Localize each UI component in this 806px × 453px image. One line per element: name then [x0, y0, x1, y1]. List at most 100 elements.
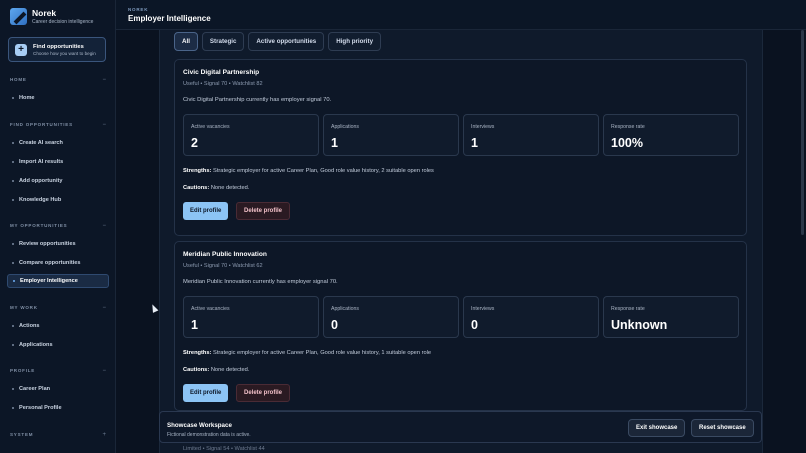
mouse-cursor-icon	[149, 303, 159, 313]
exit-showcase-button[interactable]: Exit showcase	[628, 419, 686, 437]
dot-icon	[12, 388, 14, 390]
sidebar: Norek Career decision intelligence + Fin…	[0, 0, 116, 453]
employer-name: Meridian Public Innovation	[183, 251, 267, 258]
employer-name: Civic Digital Partnership	[183, 69, 260, 76]
cautions-label: Cautions:	[183, 367, 210, 373]
strengths-label: Strengths:	[183, 168, 212, 174]
stat-value: 1	[471, 136, 478, 150]
showcase-subtitle: Fictional demonstration data is active.	[167, 432, 251, 438]
filter-bar: All Strategic Active opportunities High …	[174, 32, 382, 51]
section-home-header[interactable]: HOME −	[10, 77, 106, 83]
collapse-icon[interactable]: −	[102, 77, 106, 83]
brand[interactable]: Norek Career decision intelligence	[10, 8, 93, 25]
sidebar-item-import-ai-results[interactable]: Import AI results	[7, 155, 109, 169]
showcase-title: Showcase Workspace	[167, 422, 232, 429]
sidebar-item-review-opportunities[interactable]: Review opportunities	[7, 237, 109, 251]
stat-label: Applications	[331, 306, 359, 312]
strengths-line: Strengths: Strategic employer for active…	[183, 168, 434, 174]
stat-active-vacancies: Active vacancies 2	[183, 114, 319, 156]
filter-all[interactable]: All	[174, 32, 198, 51]
dot-icon	[12, 262, 14, 264]
stat-label: Interviews	[471, 124, 495, 130]
sidebar-item-label: Compare opportunities	[19, 260, 81, 266]
section-my-work-header[interactable]: MY WORK −	[10, 305, 106, 311]
sidebar-item-career-plan[interactable]: Career Plan	[7, 382, 109, 396]
cautions-line: Cautions: None detected.	[183, 185, 249, 191]
brand-name: Norek	[32, 8, 57, 18]
employer-card: Civic Digital Partnership Useful • Signa…	[174, 59, 747, 236]
filter-active-opportunities[interactable]: Active opportunities	[248, 32, 325, 51]
dot-icon	[12, 199, 14, 201]
sidebar-item-home[interactable]: Home	[7, 91, 109, 105]
find-opportunities-button[interactable]: + Find opportunities Choose how you want…	[8, 37, 106, 62]
stat-value: 0	[331, 318, 338, 332]
sidebar-item-compare-opportunities[interactable]: Compare opportunities	[7, 256, 109, 270]
edit-profile-button[interactable]: Edit profile	[183, 202, 229, 220]
section-find-label: FIND OPPORTUNITIES	[10, 122, 73, 127]
sidebar-item-add-opportunity[interactable]: Add opportunity	[7, 174, 109, 188]
stat-interviews: Interviews 0	[463, 296, 599, 338]
reset-showcase-button[interactable]: Reset showcase	[691, 419, 754, 437]
employer-meta: Useful • Signal 70 • Watchlist 62	[183, 263, 263, 269]
brand-subtitle: Career decision intelligence	[32, 19, 94, 25]
dot-icon	[12, 325, 14, 327]
showcase-banner: Showcase Workspace Fictional demonstrati…	[159, 411, 762, 443]
section-home-label: HOME	[10, 77, 27, 82]
sidebar-item-personal-profile[interactable]: Personal Profile	[7, 401, 109, 415]
collapse-icon[interactable]: −	[102, 305, 106, 311]
stat-label: Active vacancies	[191, 124, 230, 130]
employer-description: Meridian Public Innovation currently has…	[183, 279, 338, 285]
filter-high-priority[interactable]: High priority	[328, 32, 382, 51]
delete-profile-button[interactable]: Delete profile	[236, 384, 291, 402]
collapse-icon[interactable]: −	[102, 122, 106, 128]
stat-response-rate: Response rate 100%	[603, 114, 739, 156]
stat-response-rate: Response rate Unknown	[603, 296, 739, 338]
sidebar-item-actions[interactable]: Actions	[7, 319, 109, 333]
sidebar-item-label: Import AI results	[19, 159, 64, 165]
strengths-text: Strategic employer for active Career Pla…	[213, 168, 434, 174]
delete-profile-button[interactable]: Delete profile	[236, 202, 291, 220]
sidebar-item-label: Employer Intelligence	[20, 278, 78, 284]
stat-label: Interviews	[471, 306, 495, 312]
stats-row: Active vacancies 1 Applications 0 Interv…	[183, 296, 739, 338]
section-my-opportunities-header[interactable]: MY OPPORTUNITIES −	[10, 223, 106, 229]
section-profile-label: PROFILE	[10, 368, 36, 373]
sidebar-item-label: Career Plan	[19, 386, 51, 392]
scrollbar[interactable]	[801, 30, 804, 235]
sidebar-item-knowledge-hub[interactable]: Knowledge Hub	[7, 193, 109, 207]
stat-value: 0	[471, 318, 478, 332]
stat-value: 1	[331, 136, 338, 150]
cautions-text: None detected.	[210, 367, 250, 373]
strengths-label: Strengths:	[183, 350, 212, 356]
stat-value: Unknown	[611, 318, 668, 332]
collapse-icon[interactable]: −	[102, 368, 106, 374]
section-profile-header[interactable]: PROFILE −	[10, 368, 106, 374]
sidebar-item-applications[interactable]: Applications	[7, 338, 109, 352]
dot-icon	[12, 344, 14, 346]
sidebar-item-create-ai-search[interactable]: Create AI search	[7, 136, 109, 150]
sidebar-item-label: Add opportunity	[19, 178, 63, 184]
stat-label: Active vacancies	[191, 306, 230, 312]
sidebar-item-label: Personal Profile	[19, 405, 62, 411]
collapse-icon[interactable]: −	[102, 223, 106, 229]
section-system-header[interactable]: SYSTEM +	[10, 432, 106, 438]
filter-strategic[interactable]: Strategic	[201, 32, 245, 51]
employer-description: Civic Digital Partnership currently has …	[183, 97, 332, 103]
section-my-work-label: MY WORK	[10, 305, 38, 310]
sidebar-item-employer-intelligence[interactable]: Employer Intelligence	[7, 274, 109, 288]
section-my-opportunities-label: MY OPPORTUNITIES	[10, 223, 68, 228]
section-find-header[interactable]: FIND OPPORTUNITIES −	[10, 122, 106, 128]
stat-label: Response rate	[611, 124, 645, 130]
stat-value: 2	[191, 136, 198, 150]
strengths-text: Strategic employer for active Career Pla…	[213, 350, 432, 356]
sidebar-item-label: Create AI search	[19, 140, 63, 146]
expand-icon[interactable]: +	[102, 432, 106, 438]
find-opportunities-subtitle: Choose how you want to begin	[33, 50, 96, 56]
norek-logo-icon	[10, 8, 27, 25]
edit-profile-button[interactable]: Edit profile	[183, 384, 229, 402]
header-eyebrow: NOREK	[128, 7, 149, 12]
strengths-line: Strengths: Strategic employer for active…	[183, 350, 431, 356]
dot-icon	[12, 180, 14, 182]
employer-meta: Useful • Signal 70 • Watchlist 82	[183, 81, 263, 87]
dot-icon	[12, 243, 14, 245]
